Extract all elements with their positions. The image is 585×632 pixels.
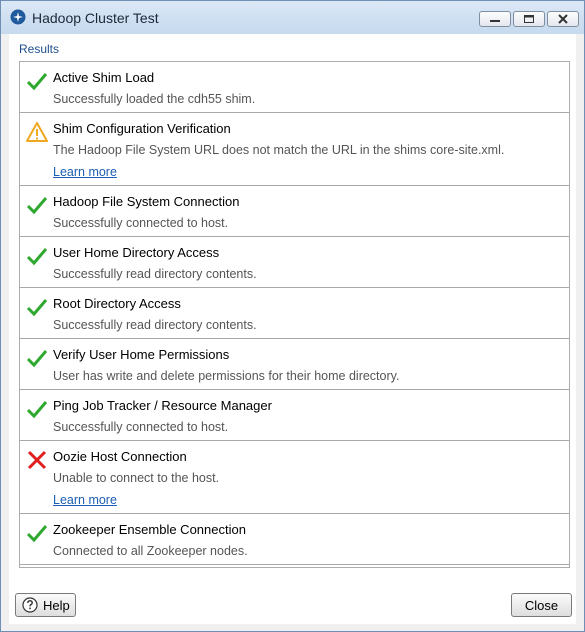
title-bar[interactable]: Hadoop Cluster Test [1, 1, 584, 34]
close-icon [558, 14, 568, 24]
result-message: Connected to all Zookeeper nodes. [53, 544, 248, 558]
result-title: Root Directory Access [53, 296, 181, 311]
result-title: User Home Directory Access [53, 245, 220, 260]
result-item-active-shim-load: Active Shim Load Successfully loaded the… [20, 62, 569, 113]
check-icon [26, 299, 48, 317]
results-list[interactable]: Active Shim Load Successfully loaded the… [19, 61, 570, 568]
result-message: Successfully loaded the cdh55 shim. [53, 92, 256, 106]
result-message: The Hadoop File System URL does not matc… [53, 143, 505, 157]
check-icon [26, 525, 48, 543]
check-icon [26, 197, 48, 215]
help-icon [22, 597, 38, 613]
close-button[interactable]: Close [511, 593, 572, 617]
result-item-root-directory-access: Root Directory Access Successfully read … [20, 288, 569, 339]
result-item-ping-job-tracker: Ping Job Tracker / Resource Manager Succ… [20, 390, 569, 441]
result-item-shim-configuration: Shim Configuration Verification The Hado… [20, 113, 569, 186]
dialog-window: Hadoop Cluster Test Results Active Shim … [0, 0, 585, 632]
check-icon [26, 73, 48, 91]
result-title: Ping Job Tracker / Resource Manager [53, 398, 272, 413]
pentaho-app-icon [10, 9, 26, 25]
close-button-label: Close [524, 598, 559, 613]
result-item-hdfs-connection: Hadoop File System Connection Successful… [20, 186, 569, 237]
result-title: Verify User Home Permissions [53, 347, 230, 362]
learn-more-link[interactable]: Learn more [53, 493, 117, 507]
result-title: Hadoop File System Connection [53, 194, 240, 209]
minimize-icon [490, 20, 500, 22]
window-title: Hadoop Cluster Test [32, 10, 159, 26]
check-icon [26, 350, 48, 368]
maximize-button[interactable] [513, 11, 545, 27]
result-message: Successfully connected to host. [53, 216, 229, 230]
help-button-label: Help [43, 598, 70, 613]
close-window-button[interactable] [547, 11, 579, 27]
warning-icon [26, 122, 48, 142]
result-message: Successfully connected to host. [53, 420, 229, 434]
dialog-content: Results Active Shim Load Successfully lo… [9, 34, 576, 624]
result-message: Successfully read directory contents. [53, 318, 257, 332]
help-button[interactable]: Help [15, 593, 76, 617]
result-title: Shim Configuration Verification [53, 121, 231, 136]
result-item-zookeeper-connection: Zookeeper Ensemble Connection Connected … [20, 514, 569, 565]
result-title: Oozie Host Connection [53, 449, 187, 464]
result-title: Zookeeper Ensemble Connection [53, 522, 246, 537]
results-label: Results [19, 42, 60, 56]
check-icon [26, 248, 48, 266]
maximize-icon [524, 15, 534, 23]
result-item-user-home-permissions: Verify User Home Permissions User has wr… [20, 339, 569, 390]
result-message: Successfully read directory contents. [53, 267, 257, 281]
result-item-oozie-host-connection: Oozie Host Connection Unable to connect … [20, 441, 569, 514]
error-x-icon [27, 450, 47, 470]
result-message: Unable to connect to the host. [53, 471, 220, 485]
learn-more-link[interactable]: Learn more [53, 165, 117, 179]
minimize-button[interactable] [479, 11, 511, 27]
result-title: Active Shim Load [53, 70, 155, 85]
check-icon [26, 401, 48, 419]
result-item-user-home-access: User Home Directory Access Successfully … [20, 237, 569, 288]
result-message: User has write and delete permissions fo… [53, 369, 400, 383]
